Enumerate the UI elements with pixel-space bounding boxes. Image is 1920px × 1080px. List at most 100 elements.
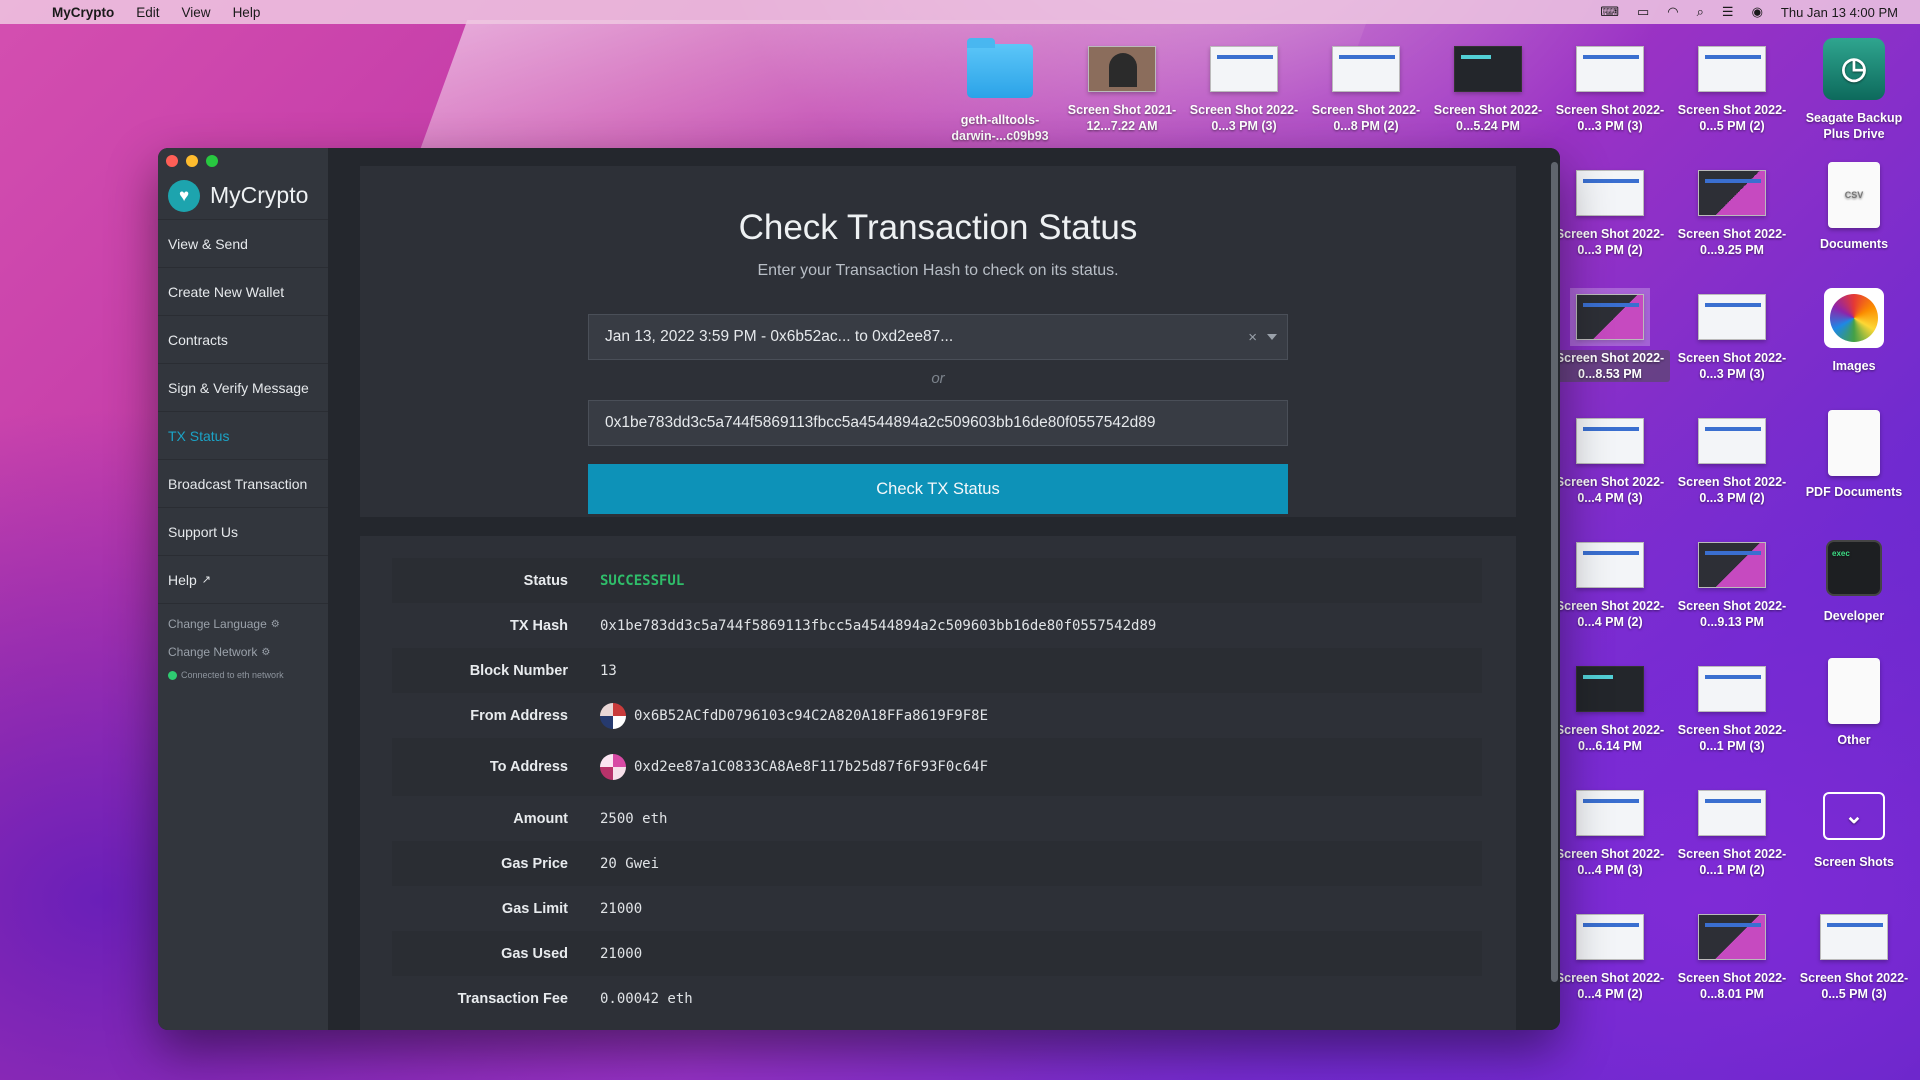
minimize-button[interactable] [186, 155, 198, 167]
pdf-document-icon [1828, 410, 1880, 476]
menu-help[interactable]: Help [233, 5, 261, 20]
desktop-icon-screenshot[interactable]: Screen Shot 2022-0...1 PM (2) [1672, 790, 1792, 878]
screenshot-thumbnail-icon [1210, 46, 1278, 92]
screenshot-thumbnail-icon [1576, 666, 1644, 712]
desktop-icon-screenshot[interactable]: Screen Shot 2022-0...3 PM (3) [1184, 46, 1304, 134]
images-icon [1824, 288, 1884, 348]
screenshot-thumbnail-icon [1576, 542, 1644, 588]
desktop-icon-screenshot[interactable]: Screen Shot 2022-0...9.13 PM [1672, 542, 1792, 630]
screenshot-thumbnail-icon [1576, 914, 1644, 960]
detail-row-gas-limit: Gas Limit 21000 [501, 900, 643, 917]
siri-icon[interactable]: ◉ [1752, 4, 1763, 20]
time-machine-drive-icon: ◷ [1823, 38, 1885, 100]
close-button[interactable] [166, 155, 178, 167]
main-content: Check Transaction Status Enter your Tran… [328, 148, 1560, 1030]
mycrypto-window: ♥ MyCrypto View & Send Create New Wallet… [158, 148, 1560, 1030]
identicon-icon [600, 702, 626, 729]
desktop-icon-folder[interactable]: geth-alltools-darwin-...c09b93 [940, 38, 1060, 144]
detail-row-block: Block Number 13 [392, 648, 1482, 693]
desktop-icon-screenshot[interactable]: Screen Shot 2022-0...3 PM (2) [1550, 170, 1670, 258]
window-controls [166, 155, 218, 167]
desktop-icon-screenshot[interactable]: Screen Shot 2021-12...7.22 AM [1062, 46, 1182, 134]
desktop-icon-pdf-documents[interactable]: PDF Documents [1794, 410, 1914, 500]
desktop-icon-screenshot[interactable]: Screen Shot 2022-0...3 PM (3) [1550, 46, 1670, 134]
search-icon[interactable]: ⌕ [1697, 4, 1704, 20]
sidebar-item-sign-verify[interactable]: Sign & Verify Message [158, 364, 328, 412]
recent-tx-select[interactable]: Jan 13, 2022 3:59 PM - 0x6b52ac... to 0x… [588, 314, 1288, 360]
desktop-icon-screenshot-selected[interactable]: Screen Shot 2022-0...8.53 PM [1550, 288, 1670, 382]
screenshot-thumbnail-icon [1570, 288, 1650, 346]
menu-datetime[interactable]: Thu Jan 13 4:00 PM [1781, 5, 1898, 20]
desktop-icon-screenshot[interactable]: Screen Shot 2022-0...8 PM (2) [1306, 46, 1426, 134]
status-badge: SUCCESSFUL [600, 572, 685, 589]
screenshot-thumbnail-icon [1820, 914, 1888, 960]
desktop-icon-screenshot[interactable]: Screen Shot 2022-0...8.01 PM [1672, 914, 1792, 1002]
desktop-icon-screenshot[interactable]: Screen Shot 2022-0...4 PM (2) [1550, 914, 1670, 1002]
desktop-icon-screenshot[interactable]: Screen Shot 2022-0...4 PM (3) [1550, 418, 1670, 506]
screenshot-thumbnail-icon [1698, 542, 1766, 588]
sidebar-item-broadcast[interactable]: Broadcast Transaction [158, 460, 328, 508]
desktop-icon-screenshot[interactable]: Screen Shot 2022-0...9.25 PM [1672, 170, 1792, 258]
zoom-button[interactable] [206, 155, 218, 167]
sidebar-item-tx-status[interactable]: TX Status [158, 412, 328, 460]
detail-row-hash: TX Hash 0x1be783dd3c5a744f5869113fbcc5a4… [509, 617, 1157, 634]
change-network-link[interactable]: Change Network ⚙ [158, 638, 328, 666]
check-panel: Check Transaction Status Enter your Tran… [360, 166, 1516, 517]
desktop-icon-screenshot[interactable]: Screen Shot 2022-0...3 PM (2) [1672, 418, 1792, 506]
detail-row-gas-used: Gas Used 21000 [392, 931, 1482, 976]
screenshot-thumbnail-icon [1576, 170, 1644, 216]
detail-row-amount: Amount 2500 eth [513, 810, 668, 827]
control-center-icon[interactable]: ☰ [1722, 4, 1734, 20]
screenshot-thumbnail-icon [1576, 418, 1644, 464]
screenshot-thumbnail-icon [1576, 790, 1644, 836]
sidebar: ♥ MyCrypto View & Send Create New Wallet… [158, 148, 328, 1030]
screenshot-thumbnail-icon [1698, 790, 1766, 836]
menu-view[interactable]: View [182, 5, 211, 20]
keyboard-icon[interactable]: ⌨ [1600, 4, 1619, 20]
terminal-icon: exec [1826, 540, 1882, 596]
desktop-icon-screen-shots-folder[interactable]: ⌄ Screen Shots [1794, 786, 1914, 870]
screenshot-thumbnail-icon [1088, 46, 1156, 92]
scrollbar[interactable] [1551, 162, 1558, 982]
desktop-icon-screenshot[interactable]: Screen Shot 2022-0...6.14 PM [1550, 666, 1670, 754]
detail-row-from: From Address 0x6B52ACfdD0796103c94C2A820… [392, 693, 1482, 738]
menu-edit[interactable]: Edit [136, 5, 159, 20]
desktop-icon-screenshot[interactable]: Screen Shot 2022-0...5 PM (2) [1672, 46, 1792, 134]
sidebar-item-support[interactable]: Support Us [158, 508, 328, 556]
desktop-icon-documents[interactable]: CSV Documents [1794, 162, 1914, 252]
sidebar-item-contracts[interactable]: Contracts [158, 316, 328, 364]
screenshot-thumbnail-icon [1698, 170, 1766, 216]
csv-document-icon: CSV [1828, 162, 1880, 228]
network-status: Connected to eth network [158, 670, 328, 680]
gear-icon: ⚙ [270, 618, 280, 630]
desktop-icon-screenshot[interactable]: Screen Shot 2022-0...1 PM (3) [1672, 666, 1792, 754]
screenshot-thumbnail-icon [1698, 914, 1766, 960]
sidebar-item-view-send[interactable]: View & Send [158, 220, 328, 268]
sidebar-item-create-wallet[interactable]: Create New Wallet [158, 268, 328, 316]
clear-icon[interactable]: × [1248, 329, 1257, 346]
detail-row-fee: Transaction Fee 0.00042 eth [457, 990, 693, 1007]
desktop-icon-other[interactable]: Other [1794, 658, 1914, 748]
desktop-icon-screenshot[interactable]: Screen Shot 2022-0...5.24 PM [1428, 46, 1548, 134]
detail-row-status: Status SUCCESSFUL [392, 558, 1482, 603]
sidebar-item-help[interactable]: Help ↗ [158, 556, 328, 604]
screenshot-thumbnail-icon [1698, 294, 1766, 340]
desktop-icon-drive[interactable]: ◷ Seagate Backup Plus Drive [1794, 38, 1914, 142]
menu-app-name[interactable]: MyCrypto [52, 5, 114, 20]
desktop-icon-screenshot[interactable]: Screen Shot 2022-0...4 PM (2) [1550, 542, 1670, 630]
or-separator: or [931, 370, 945, 387]
desktop-icon-screenshot[interactable]: Screen Shot 2022-0...4 PM (3) [1550, 790, 1670, 878]
desktop-icon-images[interactable]: Images [1794, 288, 1914, 374]
detail-row-to: To Address 0xd2ee87a1C0833CA8Ae8F117b25d… [392, 738, 1482, 796]
desktop-icon-screenshot[interactable]: Screen Shot 2022-0...3 PM (3) [1672, 294, 1792, 382]
gear-icon: ⚙ [261, 646, 271, 658]
chevron-down-icon[interactable] [1267, 334, 1277, 340]
desktop-icon-screenshot[interactable]: Screen Shot 2022-0...5 PM (3) [1794, 914, 1914, 1002]
desktop-icon-developer[interactable]: exec Developer [1794, 536, 1914, 624]
detail-row-gas-price: Gas Price 20 Gwei [392, 841, 1482, 886]
check-tx-status-button[interactable]: Check TX Status [588, 464, 1288, 514]
tx-hash-input[interactable]: 0x1be783dd3c5a744f5869113fbcc5a4544894a2… [588, 400, 1288, 446]
change-language-link[interactable]: Change Language ⚙ [158, 610, 328, 638]
wifi-icon[interactable]: ◠ [1667, 4, 1678, 20]
battery-icon[interactable]: ▭ [1637, 4, 1649, 20]
